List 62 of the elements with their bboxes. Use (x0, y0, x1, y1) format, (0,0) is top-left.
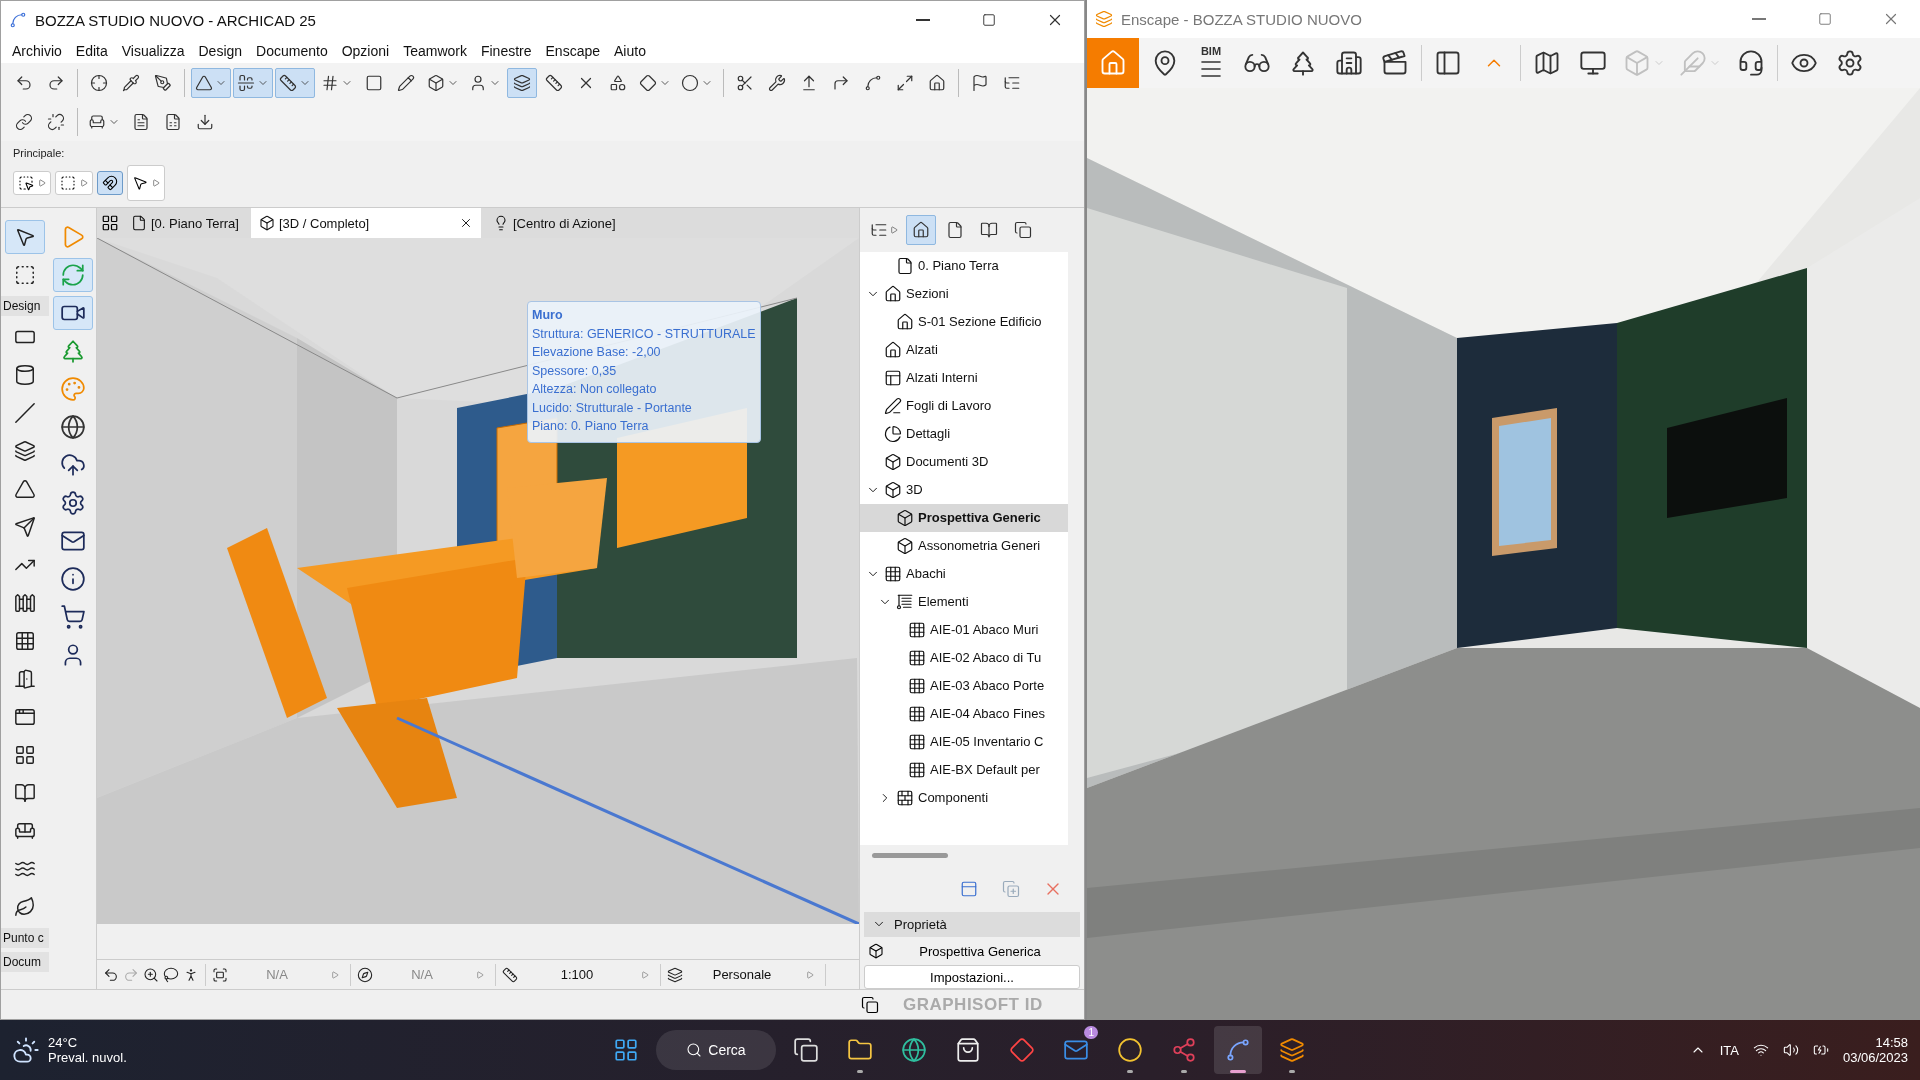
toolbox-section-label: Punto c (1, 928, 49, 948)
bim-lines-button[interactable]: BIM (1191, 38, 1231, 88)
clock-date: 03/06/2023 (1842, 1050, 1908, 1065)
status-value: N/A (265, 967, 289, 982)
tree-item[interactable]: AIE-BX Default per (860, 755, 1068, 784)
tree-item[interactable]: Fogli di Lavoro (860, 391, 1068, 420)
tree-item[interactable]: Alzati Interni (860, 363, 1068, 392)
menu-item[interactable]: Finestre (473, 39, 539, 63)
view-tab[interactable]: [Centro di Azione] (484, 208, 624, 238)
tree-item[interactable]: AIE-02 Abaco di Tu (860, 643, 1068, 672)
tree-item[interactable]: Dettagli (860, 419, 1068, 448)
tree-item[interactable]: Sezioni (860, 279, 1068, 308)
tree-item[interactable]: Prospettiva Generic (860, 503, 1068, 532)
tooltip-line: Elevazione Base: -2,00 (532, 344, 662, 361)
clock-time: 14:58 (1875, 1035, 1908, 1050)
search-button[interactable]: Cerca (656, 1030, 776, 1070)
menu-item[interactable]: Teamwork (396, 39, 474, 63)
toolbox-section-label: Docum (1, 952, 49, 972)
menu-item[interactable]: Edita (68, 39, 115, 63)
menu-item[interactable]: Archivio (5, 39, 69, 63)
language-indicator[interactable]: ITA (1719, 1042, 1739, 1058)
tree-item[interactable]: Componenti (860, 783, 1068, 812)
status-value: Personale (711, 967, 773, 982)
temperature: 24°C (48, 1035, 79, 1050)
menu-item[interactable]: Aiuto (607, 39, 653, 63)
window-title: Enscape - BOZZA STUDIO NUOVO (1121, 10, 1363, 28)
tree-item[interactable]: Elementi (860, 587, 1068, 616)
tree-item[interactable]: Alzati (860, 335, 1068, 364)
view-name: Prospettiva Generica (918, 943, 1042, 959)
panel-header: Proprietà (894, 916, 947, 932)
menu-item[interactable]: Opzioni (334, 39, 397, 63)
tooltip-title: Muro (532, 307, 564, 324)
tooltip-line: Spessore: 0,35 (532, 362, 618, 380)
tooltip-line: Lucido: Strutturale - Portante (532, 399, 693, 417)
settings-button[interactable]: Impostazioni... (864, 965, 1080, 989)
tooltip-line: Altezza: Non collegato (532, 381, 658, 398)
tree-item[interactable]: Assonometria Generi (860, 531, 1068, 560)
window-title: BOZZA STUDIO NUOVO - ARCHICAD 25 (35, 11, 317, 29)
menu-item[interactable]: Enscape (538, 39, 607, 63)
view-tab[interactable]: [0. Piano Terra] (123, 208, 247, 238)
menu-item[interactable]: Design (191, 39, 250, 63)
weather-text: Preval. nuvol. (48, 1050, 127, 1065)
tree-item[interactable]: 3D (860, 475, 1068, 504)
status-value: 1:100 (559, 967, 595, 982)
view-tab[interactable]: [3D / Completo] (250, 208, 481, 238)
toolbox-section-label: Design (1, 296, 49, 316)
menu-item[interactable]: Documento (249, 39, 335, 63)
tree-item[interactable]: S-01 Sezione Edificio (860, 307, 1068, 336)
tree-item[interactable]: Abachi (860, 559, 1068, 588)
tree-item[interactable]: AIE-05 Inventario C (860, 727, 1068, 756)
tooltip-line: Struttura: GENERICO - STRUTTURALE (532, 325, 756, 343)
menu-item[interactable]: Visualizza (114, 39, 192, 63)
toolbar-label: Principale: (12, 146, 66, 159)
status-value: N/A (410, 967, 434, 982)
tree-item[interactable]: AIE-03 Abaco Porte (860, 671, 1068, 700)
tree-item[interactable]: Documenti 3D (860, 447, 1068, 476)
tree-item[interactable]: 0. Piano Terra (860, 251, 1068, 280)
notification-badge: 1 (1084, 1026, 1098, 1039)
tree-item[interactable]: AIE-04 Abaco Fines (860, 699, 1068, 728)
tooltip-line: Piano: 0. Piano Terra (532, 418, 650, 435)
brand-label: GRAPHISOFT ID (903, 994, 1043, 1015)
tree-item[interactable]: AIE-01 Abaco Muri (860, 615, 1068, 644)
